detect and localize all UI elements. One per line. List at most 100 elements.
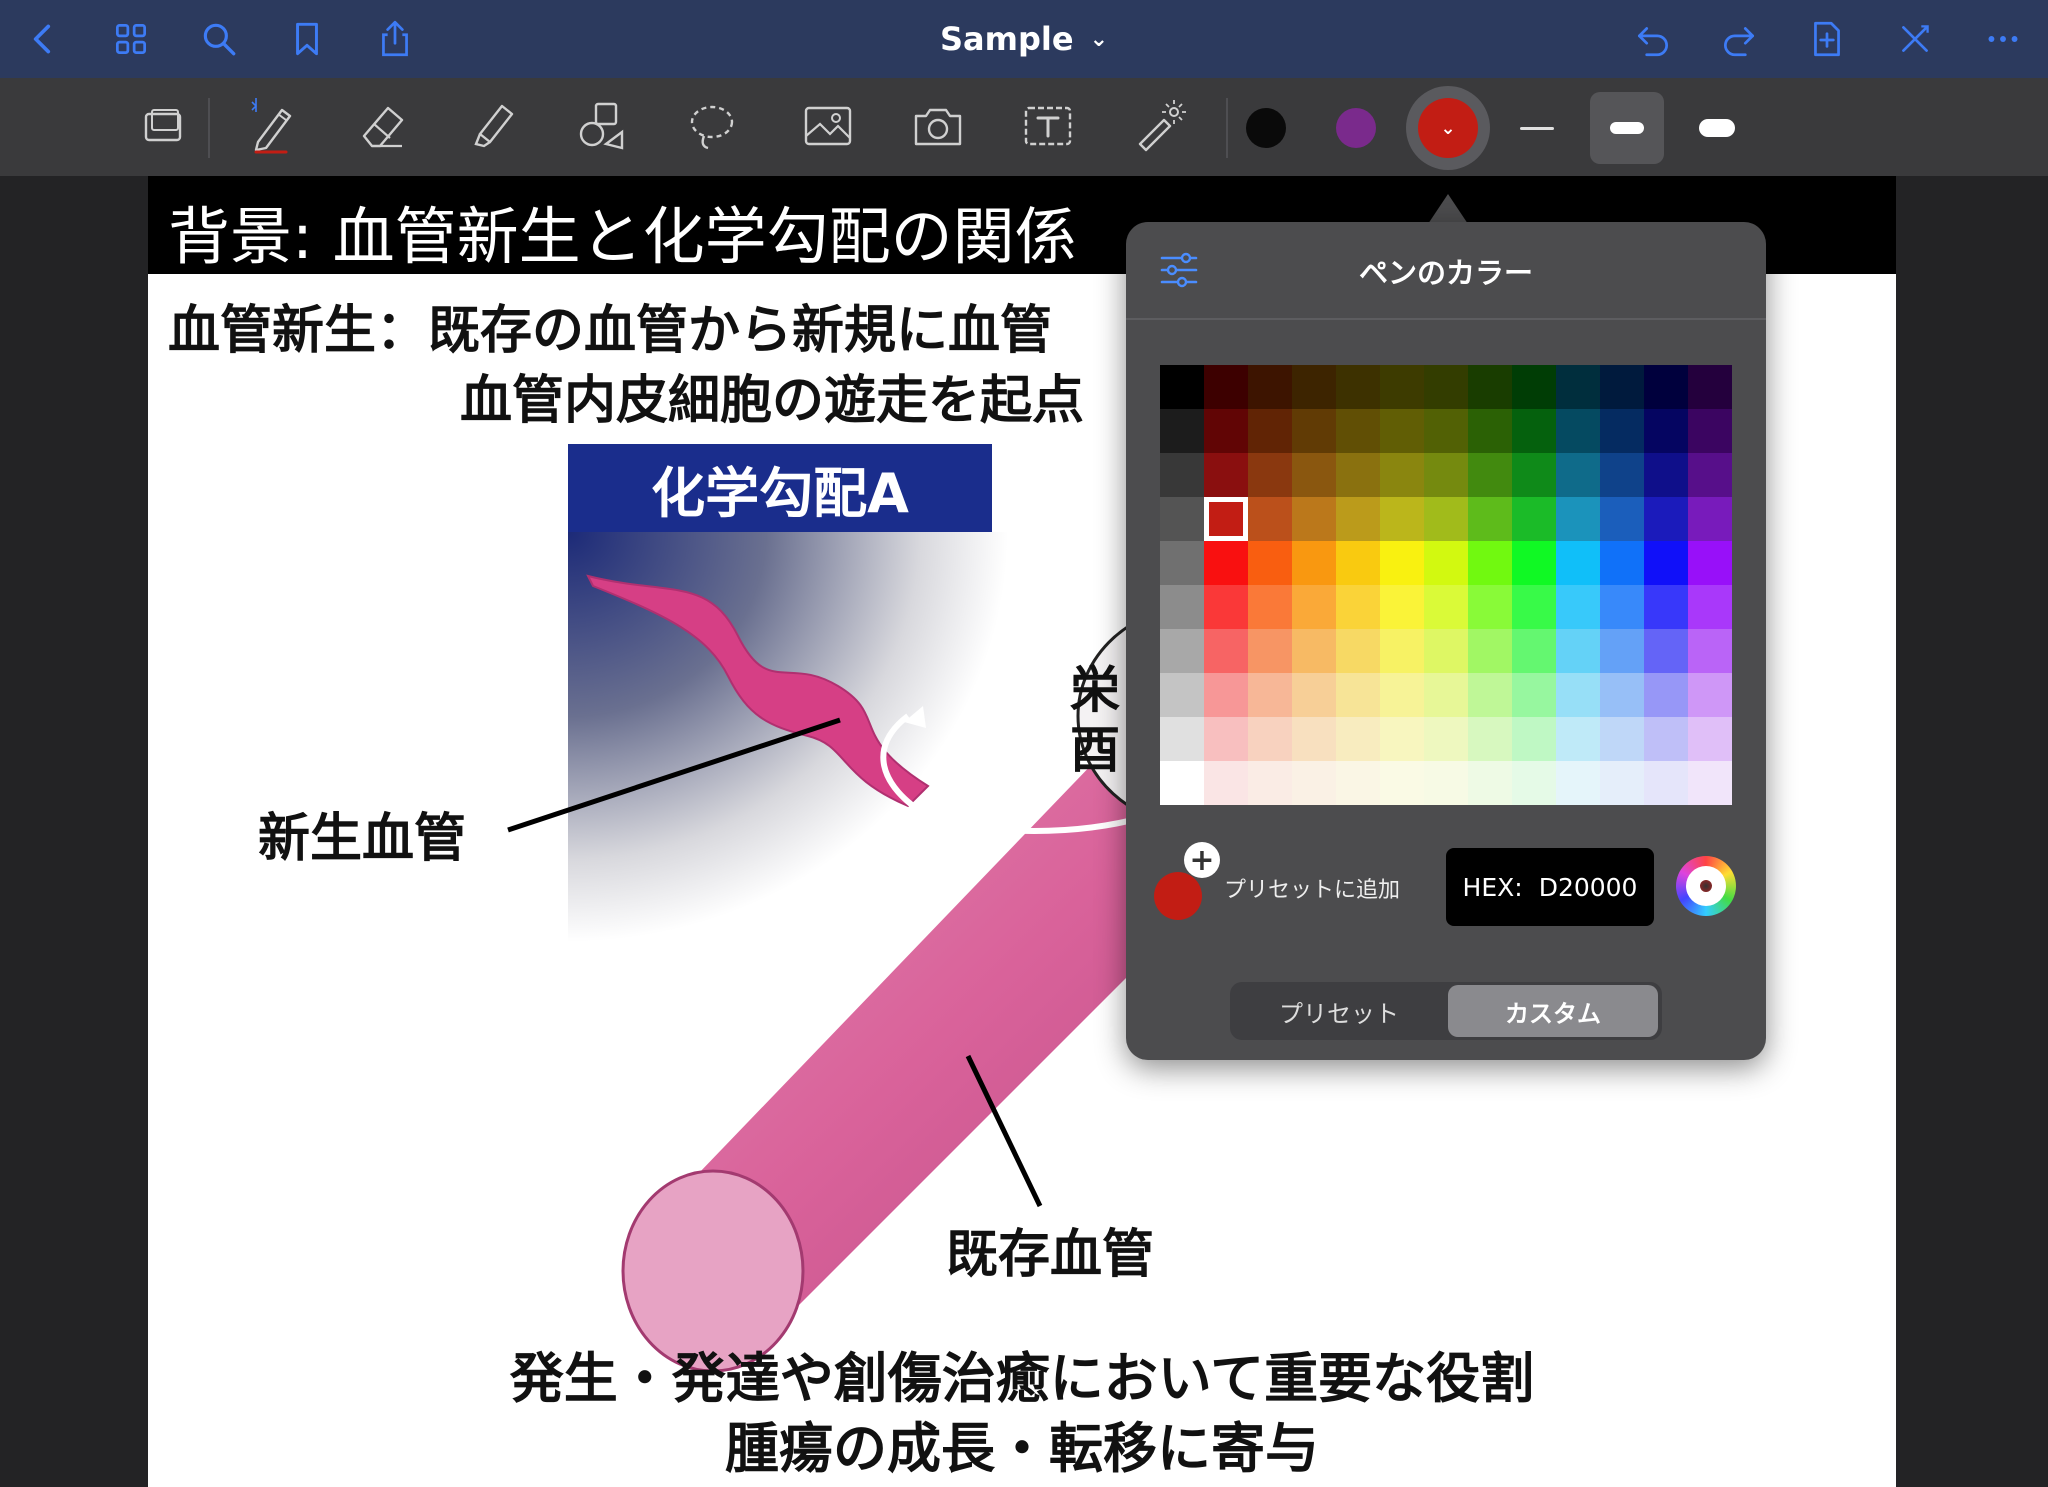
color-cell[interactable] [1380,365,1424,409]
color-cell[interactable] [1688,409,1732,453]
search-icon[interactable] [194,14,244,64]
color-cell[interactable] [1512,585,1556,629]
redo-icon[interactable] [1714,14,1764,64]
color-cell[interactable] [1600,409,1644,453]
color-cell[interactable] [1600,497,1644,541]
bookmark-icon[interactable] [282,14,332,64]
stroke-thin-button[interactable] [1500,92,1574,164]
color-cell[interactable] [1160,717,1204,761]
tab-preset[interactable]: プリセット [1234,985,1444,1037]
color-cell[interactable] [1600,629,1644,673]
color-cell[interactable] [1468,453,1512,497]
color-cell[interactable] [1336,409,1380,453]
color-cell[interactable] [1248,717,1292,761]
color-cell[interactable] [1468,629,1512,673]
color-cell[interactable] [1556,365,1600,409]
share-icon[interactable] [370,14,420,64]
color-cell[interactable] [1644,673,1688,717]
color-cell[interactable] [1160,409,1204,453]
color-cell[interactable] [1292,717,1336,761]
color-cell[interactable] [1424,585,1468,629]
color-cell[interactable] [1248,497,1292,541]
selected-color-cell[interactable] [1204,497,1248,541]
color-cell[interactable] [1248,453,1292,497]
color-cell[interactable] [1336,497,1380,541]
close-pen-icon[interactable] [1890,14,1940,64]
color-cell[interactable] [1292,629,1336,673]
color-cell[interactable] [1556,409,1600,453]
color-cell[interactable] [1600,365,1644,409]
color-cell[interactable] [1292,365,1336,409]
color-cell[interactable] [1204,629,1248,673]
color-cell[interactable] [1556,673,1600,717]
color-cell[interactable] [1688,717,1732,761]
more-options-icon[interactable] [1978,14,2028,64]
color-cell[interactable] [1688,761,1732,805]
page-mode-icon[interactable] [132,94,196,158]
color-cell[interactable] [1468,585,1512,629]
color-cell[interactable] [1204,453,1248,497]
color-cell[interactable] [1292,673,1336,717]
tab-custom[interactable]: カスタム [1448,985,1658,1037]
color-cell[interactable] [1248,409,1292,453]
color-cell[interactable] [1424,629,1468,673]
color-cell[interactable] [1160,585,1204,629]
color-cell[interactable] [1424,673,1468,717]
add-preset-plus-icon[interactable]: + [1184,842,1220,878]
color-cell[interactable] [1688,673,1732,717]
color-cell[interactable] [1248,673,1292,717]
color-cell[interactable] [1248,585,1292,629]
add-page-icon[interactable] [1802,14,1852,64]
current-color-swatch[interactable] [1154,872,1202,920]
color-cell[interactable] [1204,717,1248,761]
color-cell[interactable] [1556,453,1600,497]
color-cell[interactable] [1688,629,1732,673]
color-cell[interactable] [1600,761,1644,805]
image-tool-icon[interactable] [796,94,860,158]
color-cell[interactable] [1424,365,1468,409]
color-cell[interactable] [1380,497,1424,541]
color-cell[interactable] [1512,365,1556,409]
color-cell[interactable] [1336,365,1380,409]
color-cell[interactable] [1204,409,1248,453]
color-cell[interactable] [1380,409,1424,453]
color-cell[interactable] [1512,717,1556,761]
color-cell[interactable] [1336,717,1380,761]
color-cell[interactable] [1688,453,1732,497]
color-cell[interactable] [1248,541,1292,585]
color-cell[interactable] [1644,585,1688,629]
color-cell[interactable] [1292,409,1336,453]
color-cell[interactable] [1160,541,1204,585]
color-cell[interactable] [1644,629,1688,673]
color-cell[interactable] [1292,761,1336,805]
grid-view-icon[interactable] [106,14,156,64]
color-cell[interactable] [1644,453,1688,497]
color-cell[interactable] [1380,629,1424,673]
color-cell[interactable] [1512,497,1556,541]
color-cell[interactable] [1644,717,1688,761]
color-cell[interactable] [1424,717,1468,761]
back-icon[interactable] [18,14,68,64]
shapes-tool-icon[interactable] [570,94,634,158]
color-cell[interactable] [1556,761,1600,805]
color-cell[interactable] [1512,761,1556,805]
color-cell[interactable] [1644,761,1688,805]
color-cell[interactable] [1424,497,1468,541]
document-title-menu[interactable]: Sample ⌄ [940,14,1108,64]
laser-pointer-icon[interactable] [1126,94,1190,158]
color-cell[interactable] [1380,717,1424,761]
color-cell[interactable] [1424,409,1468,453]
color-cell[interactable] [1248,761,1292,805]
eraser-tool-icon[interactable] [350,94,414,158]
hex-input-field[interactable]: HEX: D20000 [1446,848,1654,926]
color-cell[interactable] [1204,365,1248,409]
color-cell[interactable] [1424,541,1468,585]
color-cell[interactable] [1336,629,1380,673]
color-cell[interactable] [1468,541,1512,585]
color-cell[interactable] [1468,761,1512,805]
color-cell[interactable] [1424,453,1468,497]
color-cell[interactable] [1556,585,1600,629]
color-cell[interactable] [1336,761,1380,805]
color-cell[interactable] [1292,541,1336,585]
color-cell[interactable] [1644,541,1688,585]
